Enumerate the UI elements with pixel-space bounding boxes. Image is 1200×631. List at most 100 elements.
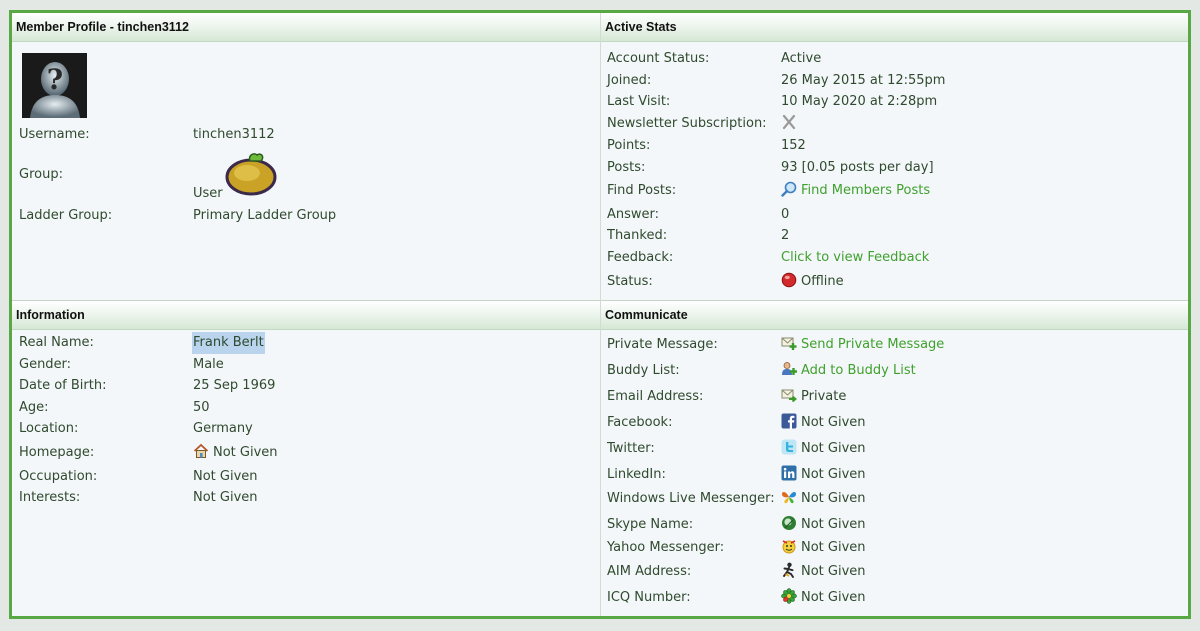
stats-row-status: Status: Offline bbox=[607, 271, 1177, 293]
status-value: Offline bbox=[781, 271, 844, 293]
communicate-header: Communicate bbox=[601, 301, 1188, 330]
stats-row-answer: Answer: 0 bbox=[607, 204, 1177, 226]
comm-row-yahoo: Yahoo Messenger: Not Given bbox=[607, 537, 1177, 559]
posts-label: Posts: bbox=[607, 160, 646, 175]
newsletter-label: Newsletter Subscription: bbox=[607, 116, 767, 131]
homepage-value: Not Given bbox=[193, 442, 278, 464]
butterfly-icon bbox=[782, 492, 796, 504]
email-address-value: Private bbox=[781, 386, 846, 408]
thanked-value: 2 bbox=[781, 228, 790, 243]
profile-row-ladder-group: Ladder Group: Primary Ladder Group bbox=[19, 205, 589, 227]
column-divider bbox=[600, 13, 601, 616]
add-to-buddy-list-link[interactable]: Add to Buddy List bbox=[801, 363, 916, 378]
skype-icon bbox=[782, 516, 796, 530]
profile-frame: Member Profile - tinchen3112 ? Username:… bbox=[9, 10, 1191, 619]
stats-row-thanked: Thanked: 2 bbox=[607, 225, 1177, 247]
stats-row-feedback: Feedback: Click to view Feedback bbox=[607, 247, 1177, 269]
active-stats-panel: Active Stats Account Status: Active Join… bbox=[601, 13, 1188, 301]
email-address-label: Email Address: bbox=[607, 389, 704, 404]
comm-row-private-message: Private Message: Send Private Message bbox=[607, 334, 1177, 356]
comm-row-email: Email Address: Private bbox=[607, 386, 1177, 408]
account-status-label: Account Status: bbox=[607, 51, 710, 66]
location-value: Germany bbox=[193, 421, 253, 436]
profile-row-group: Group: bbox=[19, 164, 589, 186]
newsletter-value bbox=[781, 113, 801, 135]
date-of-birth-label: Date of Birth: bbox=[19, 378, 107, 393]
points-value: 152 bbox=[781, 138, 806, 153]
linkedin-text: Not Given bbox=[801, 467, 866, 482]
joined-value: 26 May 2015 at 12:55pm bbox=[781, 73, 946, 88]
homepage-label: Homepage: bbox=[19, 445, 95, 460]
location-label: Location: bbox=[19, 421, 79, 436]
yahoo-label: Yahoo Messenger: bbox=[607, 540, 725, 555]
twitter-text: Not Given bbox=[801, 441, 866, 456]
stats-row-posts: Posts: 93 [0.05 posts per day] bbox=[607, 157, 1177, 179]
find-members-posts-link[interactable]: Find Members Posts bbox=[801, 183, 930, 198]
aim-icon bbox=[783, 562, 794, 578]
yahoo-icon bbox=[782, 540, 796, 554]
buddy-list-label: Buddy List: bbox=[607, 363, 680, 378]
send-private-message-link[interactable]: Send Private Message bbox=[801, 337, 944, 352]
date-of-birth-value: 25 Sep 1969 bbox=[193, 378, 276, 393]
member-profile-header: Member Profile - tinchen3112 bbox=[12, 13, 600, 42]
avatar-silhouette-icon: ? bbox=[22, 53, 87, 118]
ladder-group-label: Ladder Group: bbox=[19, 208, 113, 223]
icq-label: ICQ Number: bbox=[607, 590, 691, 605]
account-status-value: Active bbox=[781, 51, 822, 66]
last-visit-label: Last Visit: bbox=[607, 94, 671, 109]
view-feedback-link[interactable]: Click to view Feedback bbox=[781, 247, 929, 269]
comm-row-linkedin: LinkedIn: Not Given bbox=[607, 464, 1177, 486]
skype-value: Not Given bbox=[781, 514, 866, 536]
envelope-plus-icon[interactable] bbox=[781, 335, 797, 351]
ladder-group-value: Primary Ladder Group bbox=[193, 208, 337, 223]
avatar: ? bbox=[22, 53, 87, 118]
information-header: Information bbox=[12, 301, 600, 330]
yahoo-value: Not Given bbox=[781, 537, 866, 559]
comm-row-twitter: Twitter: Not Given bbox=[607, 438, 1177, 460]
points-label: Points: bbox=[607, 138, 651, 153]
aim-label: AIM Address: bbox=[607, 564, 692, 579]
info-row-occupation: Occupation: Not Given bbox=[19, 466, 589, 488]
stats-row-find-posts: Find Posts: Find Members Posts bbox=[607, 180, 1177, 202]
occupation-value: Not Given bbox=[193, 469, 258, 484]
email-arrow-icon bbox=[781, 389, 797, 403]
age-label: Age: bbox=[19, 400, 49, 415]
windows-live-value: Not Given bbox=[781, 488, 866, 510]
facebook-value: Not Given bbox=[781, 412, 866, 434]
x-mark-icon bbox=[782, 114, 796, 130]
real-name-value: Frank Berlt bbox=[192, 332, 265, 354]
twitter-icon bbox=[781, 439, 797, 455]
posts-value: 93 [0.05 posts per day] bbox=[781, 160, 934, 175]
interests-value: Not Given bbox=[193, 490, 258, 505]
windows-live-label: Windows Live Messenger: bbox=[607, 491, 775, 506]
twitter-label: Twitter: bbox=[607, 441, 655, 456]
icq-text: Not Given bbox=[801, 590, 866, 605]
profile-row-username: Username: tinchen3112 bbox=[19, 124, 589, 146]
feedback-label: Feedback: bbox=[607, 250, 674, 265]
info-row-gender: Gender: Male bbox=[19, 354, 589, 376]
stats-row-newsletter: Newsletter Subscription: bbox=[607, 113, 1177, 135]
information-panel: Information Real Name: Frank Berlt Gende… bbox=[12, 301, 600, 616]
homepage-text: Not Given bbox=[213, 445, 278, 460]
stats-row-last-visit: Last Visit: 10 May 2020 at 2:28pm bbox=[607, 91, 1177, 113]
twitter-value: Not Given bbox=[781, 438, 866, 460]
skype-text: Not Given bbox=[801, 517, 866, 532]
yahoo-text: Not Given bbox=[801, 540, 866, 555]
status-label: Status: bbox=[607, 274, 653, 289]
magnifier-icon[interactable] bbox=[781, 181, 797, 197]
comm-row-aim: AIM Address: Not Given bbox=[607, 561, 1177, 583]
buddy-plus-icon[interactable] bbox=[781, 361, 797, 377]
thanked-label: Thanked: bbox=[607, 228, 668, 243]
find-posts-value: Find Members Posts bbox=[781, 180, 930, 202]
stats-row-account-status: Account Status: Active bbox=[607, 48, 1177, 70]
last-visit-value: 10 May 2020 at 2:28pm bbox=[781, 94, 938, 109]
info-row-interests: Interests: Not Given bbox=[19, 487, 589, 509]
info-row-date-of-birth: Date of Birth: 25 Sep 1969 bbox=[19, 375, 589, 397]
icq-icon bbox=[781, 588, 797, 604]
gender-value: Male bbox=[193, 357, 224, 372]
aim-value: Not Given bbox=[781, 561, 866, 583]
active-stats-header: Active Stats bbox=[601, 13, 1188, 42]
linkedin-label: LinkedIn: bbox=[607, 467, 666, 482]
comm-row-facebook: Facebook: Not Given bbox=[607, 412, 1177, 434]
joined-label: Joined: bbox=[607, 73, 652, 88]
